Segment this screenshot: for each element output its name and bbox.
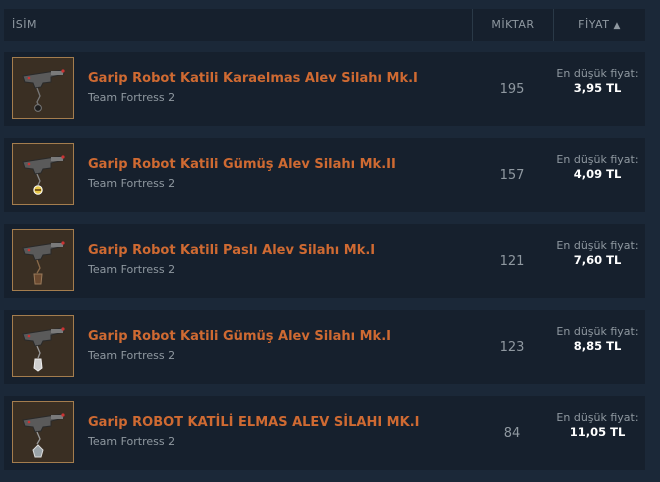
listing-row[interactable]: Garip Robot Katili Gümüş Alev Silahı Mk.… <box>4 310 645 384</box>
price-value: 7,60 TL <box>573 253 622 267</box>
price-value: 11,05 TL <box>569 425 626 439</box>
flamethrower-icon <box>12 401 74 463</box>
price-block: En düşük fiyat: 11,05 TL <box>552 411 643 440</box>
listing-row[interactable]: Garip Robot Katili Karaelmas Alev Silahı… <box>4 52 645 126</box>
header-quantity-sort[interactable]: MİKTAR <box>472 9 553 41</box>
price-block: En düşük fiyat: 3,95 TL <box>552 67 643 96</box>
item-quantity: 195 <box>499 82 525 97</box>
price-value: 8,85 TL <box>573 339 622 353</box>
price-value: 3,95 TL <box>573 81 622 95</box>
flamethrower-icon <box>12 315 74 377</box>
item-quantity: 157 <box>499 168 525 183</box>
game-name: Team Fortress 2 <box>88 91 176 104</box>
table-header: İSİM MİKTAR FİYAT ▲ <box>4 9 645 41</box>
item-quantity: 121 <box>499 254 525 269</box>
listing-row[interactable]: Garip Robot Katili Paslı Alev Silahı Mk.… <box>4 224 645 298</box>
game-name: Team Fortress 2 <box>88 263 176 276</box>
flamethrower-icon <box>12 57 74 119</box>
listing-row[interactable]: Garip Robot Katili Gümüş Alev Silahı Mk.… <box>4 138 645 212</box>
sort-ascending-icon: ▲ <box>613 21 621 31</box>
game-name: Team Fortress 2 <box>88 435 176 448</box>
game-name: Team Fortress 2 <box>88 349 176 362</box>
price-label: En düşük fiyat: <box>556 67 639 80</box>
item-name[interactable]: Garip Robot Katili Gümüş Alev Silahı Mk.… <box>88 157 396 172</box>
flamethrower-icon <box>12 229 74 291</box>
item-name[interactable]: Garip ROBOT KATİLİ ELMAS ALEV SİLAHI MK.… <box>88 415 419 430</box>
item-name[interactable]: Garip Robot Katili Gümüş Alev Silahı Mk.… <box>88 329 391 344</box>
price-label: En düşük fiyat: <box>556 153 639 166</box>
price-label: En düşük fiyat: <box>556 411 639 424</box>
header-price-sort[interactable]: FİYAT ▲ <box>553 9 645 41</box>
listing-row[interactable]: Garip ROBOT KATİLİ ELMAS ALEV SİLAHI MK.… <box>4 396 645 470</box>
item-name[interactable]: Garip Robot Katili Paslı Alev Silahı Mk.… <box>88 243 375 258</box>
item-quantity: 84 <box>503 426 521 441</box>
game-name: Team Fortress 2 <box>88 177 176 190</box>
price-value: 4,09 TL <box>573 167 622 181</box>
header-price-label: FİYAT <box>578 18 610 31</box>
item-name[interactable]: Garip Robot Katili Karaelmas Alev Silahı… <box>88 71 418 86</box>
price-label: En düşük fiyat: <box>556 325 639 338</box>
header-name: İSİM <box>12 18 37 31</box>
price-block: En düşük fiyat: 4,09 TL <box>552 153 643 182</box>
flamethrower-icon <box>12 143 74 205</box>
price-block: En düşük fiyat: 8,85 TL <box>552 325 643 354</box>
price-label: En düşük fiyat: <box>556 239 639 252</box>
item-quantity: 123 <box>499 340 525 355</box>
price-block: En düşük fiyat: 7,60 TL <box>552 239 643 268</box>
